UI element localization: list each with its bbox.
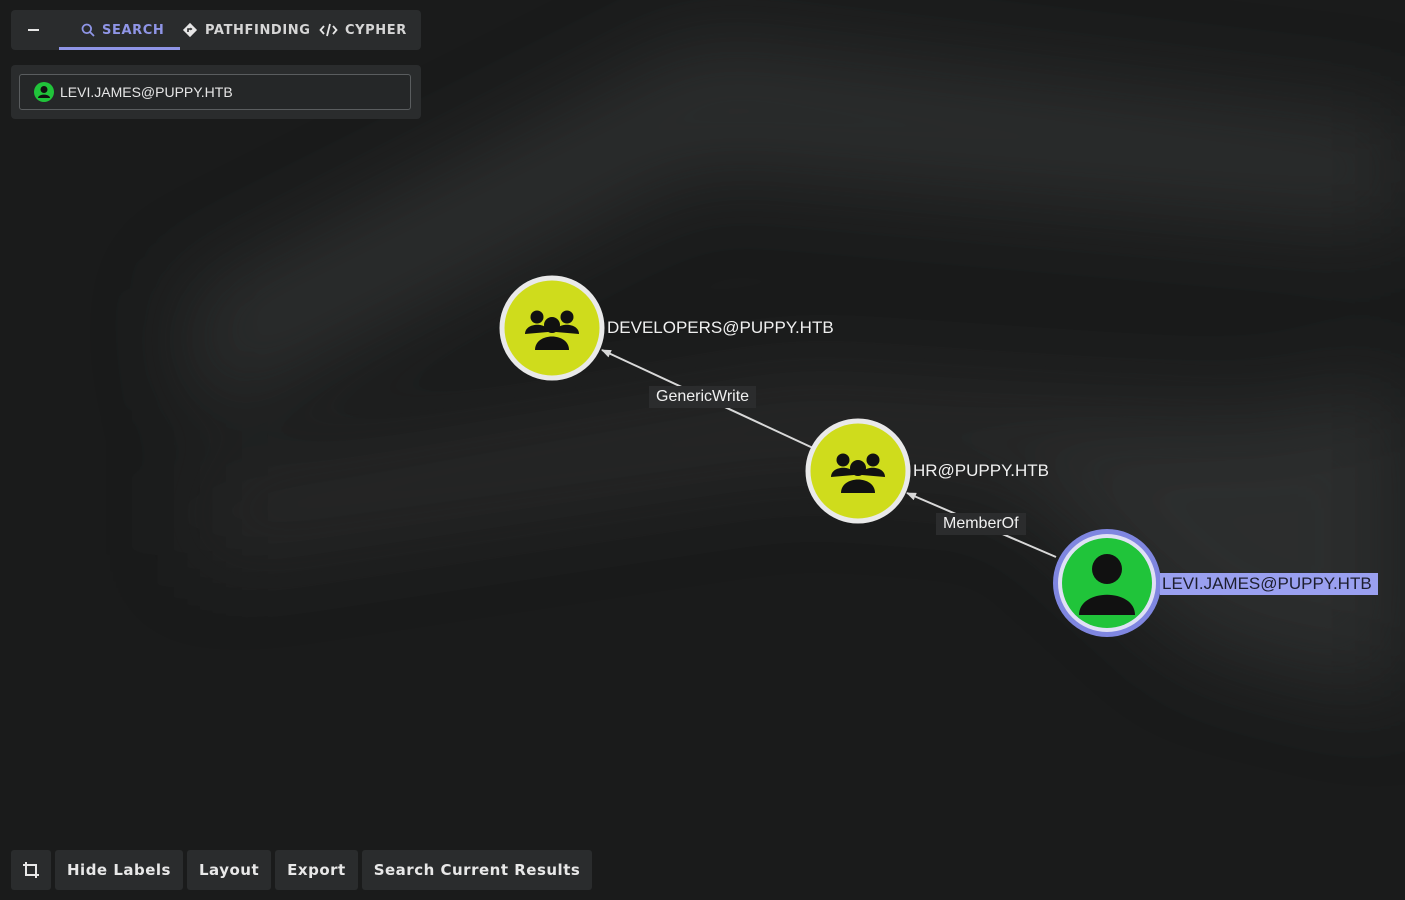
- active-tab-indicator: [59, 47, 180, 50]
- node-hr[interactable]: [805, 418, 911, 524]
- crop-icon: [23, 862, 39, 878]
- search-panel: [11, 65, 421, 119]
- tab-cypher-label: CYPHER: [345, 22, 407, 38]
- top-tab-panel: SEARCH PATHFINDING CYPHER: [11, 10, 421, 50]
- layout-button[interactable]: Layout: [187, 850, 272, 890]
- hide-labels-button[interactable]: Hide Labels: [55, 850, 183, 890]
- search-input[interactable]: [60, 84, 390, 100]
- tab-search-label: SEARCH: [102, 22, 165, 38]
- bottom-toolbar: Hide Labels Layout Export Search Current…: [11, 850, 593, 890]
- export-button[interactable]: Export: [275, 850, 358, 890]
- graph-canvas[interactable]: [0, 0, 1405, 900]
- crop-button[interactable]: [11, 850, 51, 890]
- node-levi[interactable]: [1053, 529, 1161, 637]
- pathfinding-icon: [182, 22, 198, 38]
- node-label-hr[interactable]: HR@PUPPY.HTB: [913, 461, 1049, 481]
- edge-label-genericwrite[interactable]: GenericWrite: [649, 386, 757, 408]
- tab-pathfinding-label: PATHFINDING: [205, 22, 311, 38]
- search-icon: [81, 23, 95, 37]
- code-icon: [319, 23, 338, 37]
- edge-label-memberof[interactable]: MemberOf: [936, 513, 1026, 535]
- node-developers[interactable]: [499, 275, 605, 381]
- user-icon: [34, 82, 54, 102]
- tab-cypher[interactable]: CYPHER: [319, 10, 407, 50]
- collapse-icon[interactable]: [23, 20, 43, 40]
- node-label-levi[interactable]: LEVI.JAMES@PUPPY.HTB: [1160, 573, 1378, 595]
- tab-pathfinding[interactable]: PATHFINDING: [182, 10, 311, 50]
- search-field[interactable]: [19, 74, 411, 110]
- search-current-results-button[interactable]: Search Current Results: [361, 850, 593, 890]
- tab-search[interactable]: SEARCH: [81, 10, 164, 50]
- node-label-developers[interactable]: DEVELOPERS@PUPPY.HTB: [607, 318, 834, 338]
